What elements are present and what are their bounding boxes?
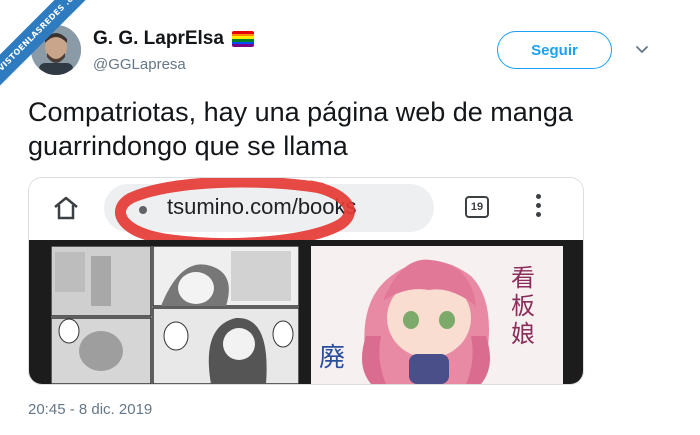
tweet-card: VISTOENLASREDES .com G. G. LaprElsa @GGL… <box>0 0 700 435</box>
page-background <box>563 240 583 384</box>
chevron-down-icon[interactable] <box>635 43 649 57</box>
tweet-media-image[interactable]: tsumino.com/books 19 看 板 娘 廃 <box>28 177 584 385</box>
page-background <box>29 240 51 384</box>
tab-count-icon: 19 <box>465 196 489 218</box>
browser-toolbar: tsumino.com/books 19 <box>29 178 583 249</box>
svg-text:廃: 廃 <box>319 343 345 373</box>
author-display-name[interactable]: G. G. LaprElsa <box>93 28 224 50</box>
author-name-row: G. G. LaprElsa <box>93 28 254 50</box>
tweet-timestamp[interactable]: 20:45 - 8 dic. 2019 <box>28 401 152 418</box>
svg-text:板: 板 <box>511 292 535 320</box>
page-background <box>299 240 311 384</box>
follow-button[interactable]: Seguir <box>497 31 612 69</box>
svg-text:娘: 娘 <box>511 320 535 348</box>
manga-thumbnail-left <box>51 246 299 384</box>
cover-kanji: 看 <box>511 264 535 292</box>
rainbow-flag-icon <box>231 31 254 47</box>
more-vert-icon <box>536 194 542 222</box>
home-icon <box>54 196 78 220</box>
manga-panel-illustration <box>51 246 299 384</box>
author-handle[interactable]: @GGLapresa <box>93 56 186 73</box>
tweet-text: Compatriotas, hay una página web de mang… <box>28 97 573 161</box>
manga-cover-illustration: 看 板 娘 廃 <box>311 246 563 384</box>
manga-thumbnail-right: 看 板 娘 廃 <box>311 246 563 384</box>
